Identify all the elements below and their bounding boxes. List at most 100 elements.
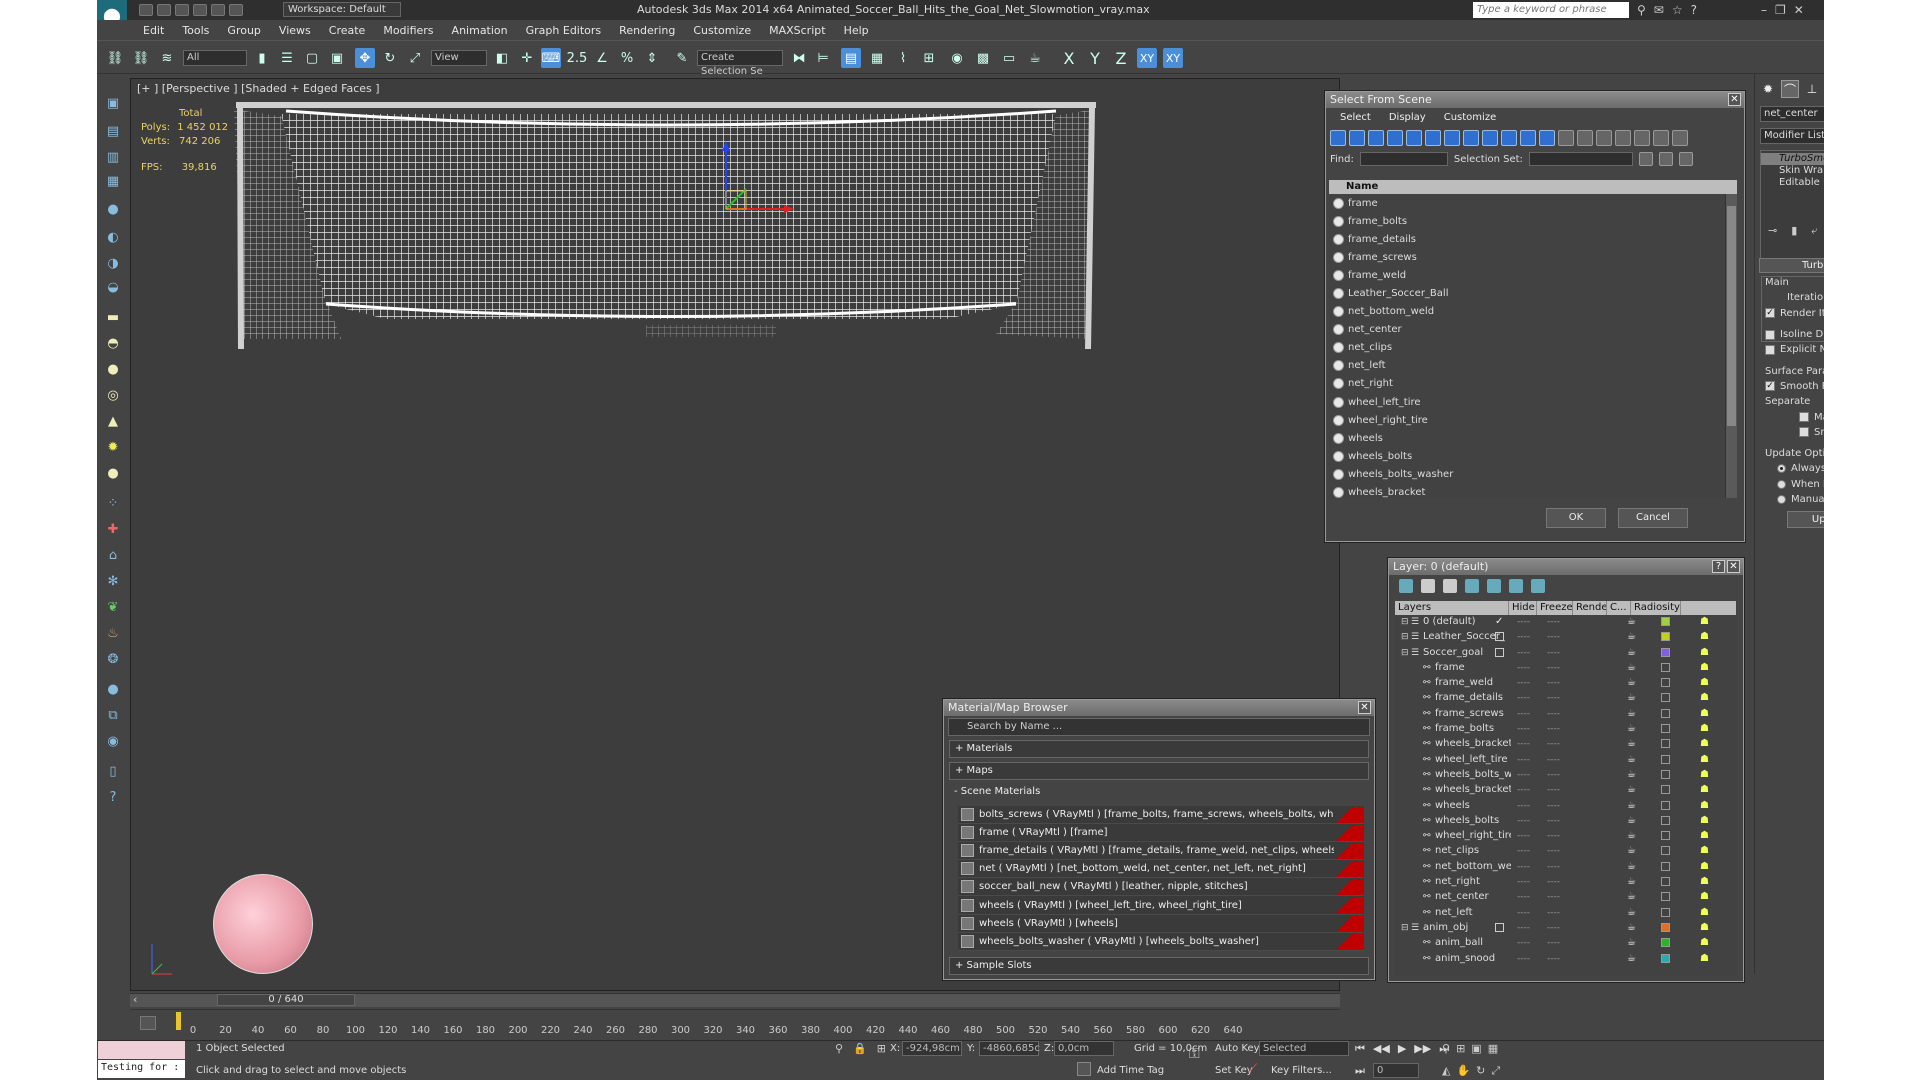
snaps-toggle-icon[interactable]: 2.5 — [567, 48, 588, 68]
col-freeze[interactable]: Freeze — [1537, 601, 1573, 615]
freeze-toggle[interactable]: ---- — [1547, 724, 1560, 734]
layer-color-swatch[interactable] — [1661, 877, 1670, 887]
select-move-icon[interactable]: ✥ — [355, 48, 375, 68]
layer-color-swatch[interactable] — [1661, 708, 1670, 718]
material-search-input[interactable]: Search by Name ... — [948, 718, 1370, 736]
update-button[interactable]: Update — [1787, 511, 1824, 529]
scene-object-row[interactable]: wheels_bracket — [1329, 484, 1725, 498]
scene-object-row[interactable]: net_right — [1329, 375, 1725, 393]
render-toggle-icon[interactable]: ☕ — [1627, 815, 1636, 826]
layer-color-swatch[interactable] — [1661, 922, 1670, 932]
section-sample-slots[interactable]: + Sample Slots — [949, 956, 1369, 975]
key-mode-toggle-icon[interactable]: ⏭ — [1355, 1064, 1365, 1078]
menu-tools[interactable]: Tools — [182, 24, 209, 37]
radiosity-icon[interactable]: ☗ — [1700, 891, 1714, 903]
radiosity-icon[interactable]: ☗ — [1700, 953, 1714, 965]
render-setup-icon[interactable]: ▩ — [973, 48, 993, 68]
tool-icon-23[interactable]: ● — [103, 680, 123, 698]
radiosity-icon[interactable]: ☗ — [1700, 830, 1714, 842]
layer-row[interactable]: ⚯ wheels_bolts ---- ---- ☕ ☗ — [1395, 814, 1736, 829]
hide-toggle[interactable]: ---- — [1517, 908, 1530, 918]
menu-customize[interactable]: Customize — [1444, 112, 1497, 123]
hide-toggle[interactable]: ---- — [1517, 816, 1530, 826]
layer-color-swatch[interactable] — [1661, 846, 1670, 856]
hide-toggle[interactable]: ---- — [1517, 648, 1530, 658]
scrollbar-thumb[interactable] — [1727, 206, 1736, 426]
hide-toggle[interactable]: ---- — [1517, 663, 1530, 673]
maxscript-output[interactable]: Testing for : — [98, 1060, 185, 1078]
axis-constraint-x-icon[interactable]: X — [1059, 48, 1079, 68]
menu-maxscript[interactable]: MAXScript — [769, 24, 825, 37]
filter-geometry-icon[interactable] — [1330, 130, 1346, 146]
axis-constraint-y-icon[interactable]: Y — [1085, 48, 1105, 68]
material-editor-icon[interactable]: ◉ — [947, 48, 967, 68]
find-input[interactable] — [1359, 152, 1448, 166]
hide-toggle[interactable]: ---- — [1517, 724, 1530, 734]
scene-object-row[interactable]: wheel_right_tire — [1329, 411, 1725, 429]
filter-lights-icon[interactable] — [1368, 130, 1384, 146]
layer-expand-icon[interactable]: ⊟ — [1401, 923, 1411, 933]
radiosity-icon[interactable]: ☗ — [1700, 723, 1714, 735]
scene-material-row[interactable]: wheels ( VRayMtl ) [wheel_left_tire, whe… — [958, 896, 1364, 915]
freeze-toggle[interactable]: ---- — [1547, 739, 1560, 749]
menu-help[interactable]: Help — [844, 24, 869, 37]
open-icon[interactable] — [157, 4, 171, 16]
manually-radio[interactable] — [1777, 495, 1786, 504]
torus-icon[interactable]: ◎ — [103, 386, 123, 404]
tool-icon-7[interactable]: ◑ — [103, 254, 123, 272]
filter-helpers-icon[interactable] — [1406, 130, 1422, 146]
undo-icon[interactable] — [193, 4, 207, 16]
freeze-all-icon[interactable] — [1531, 579, 1545, 593]
render-production-icon[interactable]: ☕ — [1025, 48, 1045, 68]
tool-icon-18[interactable]: ⌂ — [103, 546, 123, 564]
layer-color-swatch[interactable] — [1661, 938, 1670, 948]
hide-toggle[interactable]: ---- — [1517, 632, 1530, 642]
layer-color-swatch[interactable] — [1661, 907, 1670, 917]
object-name-field[interactable]: net_center — [1760, 106, 1824, 122]
stack-item-editable-poly[interactable]: Editable Poly — [1761, 177, 1824, 189]
filter-xrefs-icon[interactable] — [1463, 130, 1479, 146]
layer-row[interactable]: ⚯ frame ---- ---- ☕ ☗ — [1395, 661, 1736, 676]
layer-row[interactable]: ⚯ wheels_bracket ---- ---- ☕ ☗ — [1395, 737, 1736, 752]
rectangular-selection-icon[interactable]: ▢ — [302, 48, 322, 68]
zoom-all-icon[interactable]: ⊞ — [1456, 1042, 1465, 1055]
frame-counter[interactable]: 0 / 640 — [217, 994, 355, 1006]
maximize-viewport-icon[interactable]: ⤢ — [1491, 1064, 1500, 1078]
select-invert-icon[interactable] — [1653, 130, 1669, 146]
radiosity-icon[interactable]: ☗ — [1700, 708, 1714, 720]
radiosity-icon[interactable]: ☗ — [1700, 631, 1714, 643]
layer-expand-icon[interactable]: ⊟ — [1401, 617, 1411, 627]
time-tag-icon[interactable] — [1077, 1062, 1091, 1076]
layer-color-swatch[interactable] — [1661, 632, 1670, 642]
schematic-view-icon[interactable]: ⊞ — [919, 48, 939, 68]
layer-row[interactable]: ⊟☰Leather_Soccer_Bal ---- ---- ☕ ☗ — [1395, 630, 1736, 645]
auto-key-button[interactable]: Auto Key — [1215, 1043, 1260, 1054]
scene-material-row[interactable]: frame_details ( VRayMtl ) [frame_details… — [958, 842, 1364, 861]
slider-prev-icon[interactable]: ‹ — [133, 993, 137, 1006]
set-key-icon[interactable]: ⟋ — [1248, 1062, 1262, 1077]
modify-tab-icon[interactable]: ⌒ — [1781, 80, 1799, 98]
mini-curve-editor-icon[interactable] — [140, 1016, 156, 1030]
filter-groups-icon[interactable] — [1444, 130, 1460, 146]
radiosity-icon[interactable]: ☗ — [1700, 677, 1714, 689]
tool-icon-4[interactable]: ▦ — [103, 172, 123, 190]
maxscript-mini-listener[interactable] — [98, 1041, 185, 1059]
tool-icon-17[interactable]: ✚ — [103, 520, 123, 538]
pan-icon[interactable]: ✋ — [1456, 1064, 1470, 1078]
hide-toggle[interactable]: ---- — [1517, 862, 1530, 872]
hide-toggle[interactable]: ---- — [1517, 770, 1530, 780]
radiosity-icon[interactable]: ☗ — [1700, 647, 1714, 659]
modifier-list-dropdown[interactable]: Modifier List — [1760, 128, 1824, 144]
viewport-label[interactable]: [+ ] [Perspective ] [Shaded + Edged Face… — [137, 82, 380, 95]
tool-icon-20[interactable]: ❦ — [103, 598, 123, 616]
radiosity-icon[interactable]: ☗ — [1700, 738, 1714, 750]
box-icon[interactable]: ▬ — [103, 308, 123, 326]
layer-row[interactable]: ⚯ wheels_bracket_ ---- ---- ☕ ☗ — [1395, 783, 1736, 798]
pin-stack-icon[interactable]: ⊸ — [1768, 224, 1777, 242]
freeze-toggle[interactable]: ---- — [1547, 678, 1560, 688]
y-coord-field[interactable]: -4860,685c — [979, 1041, 1040, 1056]
freeze-toggle[interactable]: ---- — [1547, 617, 1560, 627]
filter-frozen-icon[interactable] — [1520, 130, 1536, 146]
scene-list-scrollbar[interactable] — [1725, 194, 1737, 498]
workspace-dropdown[interactable]: Workspace: Default — [283, 2, 401, 17]
